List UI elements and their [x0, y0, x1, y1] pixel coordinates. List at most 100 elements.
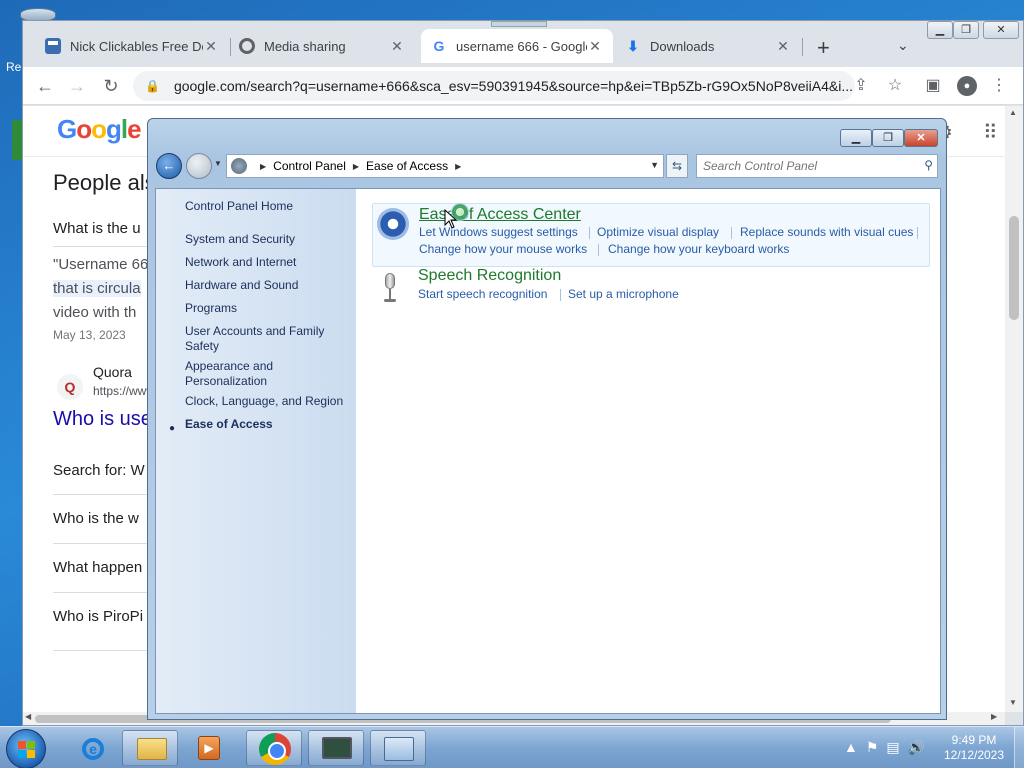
- close-window-button[interactable]: ✕: [983, 21, 1019, 39]
- close-icon[interactable]: ✕: [775, 38, 791, 55]
- breadcrumb-arrow-icon[interactable]: ▶: [260, 162, 266, 171]
- scroll-right-icon[interactable]: ▶: [991, 712, 997, 721]
- vertical-scrollbar[interactable]: ▲ ▼: [1005, 106, 1023, 712]
- ease-of-access-icon[interactable]: [377, 208, 409, 240]
- maximize-button[interactable]: ❐: [953, 21, 979, 39]
- divider: [53, 494, 149, 495]
- tab-google-search[interactable]: G username 666 - Google ✕: [421, 29, 613, 63]
- search-icon[interactable]: ⚲: [924, 158, 933, 172]
- new-tab-button[interactable]: +: [817, 35, 830, 61]
- task-link[interactable]: Start speech recognition: [418, 287, 547, 301]
- cp-maximize-button[interactable]: ❐: [872, 129, 904, 147]
- scroll-down-icon[interactable]: ▼: [1009, 698, 1017, 707]
- volume-icon[interactable]: 🔊: [908, 739, 925, 756]
- menu-kebab-icon[interactable]: ⋮: [989, 76, 1009, 96]
- show-desktop-button[interactable]: [1014, 727, 1024, 768]
- cp-address-bar[interactable]: ▶ Control Panel ▶ Ease of Access ▶ ▼: [226, 154, 664, 178]
- category-title-link[interactable]: Speech Recognition: [418, 267, 561, 285]
- sidebar-item-network[interactable]: Network and Internet: [185, 255, 345, 270]
- related-question[interactable]: Who is PiroPi: [53, 608, 143, 625]
- scroll-up-icon[interactable]: ▲: [1009, 108, 1017, 117]
- cp-minimize-button[interactable]: ▁: [840, 129, 872, 147]
- taskbar-control-panel[interactable]: [370, 730, 426, 766]
- search-for-line[interactable]: Search for: W: [53, 462, 145, 479]
- show-hidden-icons-chevron-icon[interactable]: ▲: [844, 739, 858, 756]
- taskbar-monitor-app[interactable]: [308, 730, 364, 766]
- close-icon[interactable]: ✕: [203, 38, 219, 55]
- task-link[interactable]: Let Windows suggest settings: [419, 225, 578, 239]
- scrollbar-thumb[interactable]: [1009, 216, 1019, 320]
- cp-search-box[interactable]: ⚲: [696, 154, 938, 178]
- side-panel-icon[interactable]: ▣: [923, 76, 943, 96]
- related-question[interactable]: What is the u: [53, 220, 141, 237]
- sidebar-item-programs[interactable]: Programs: [185, 301, 345, 316]
- breadcrumb-arrow-icon[interactable]: ▶: [353, 162, 359, 171]
- share-icon[interactable]: ⇪: [851, 76, 871, 96]
- scroll-left-icon[interactable]: ◀: [25, 712, 31, 721]
- source-url[interactable]: https://www: [93, 384, 155, 398]
- refresh-icon[interactable]: ⇆: [666, 154, 688, 178]
- cp-search-input[interactable]: [703, 158, 909, 174]
- reload-icon[interactable]: ↻: [99, 74, 123, 98]
- bookmark-star-icon[interactable]: ☆: [885, 76, 905, 96]
- taskbar-media-player[interactable]: ▶: [182, 730, 238, 766]
- task-link[interactable]: Set up a microphone: [568, 287, 679, 301]
- divider: [53, 592, 149, 593]
- forward-arrow-icon[interactable]: →: [65, 74, 89, 98]
- related-question[interactable]: What happen: [53, 559, 142, 576]
- clock[interactable]: 9:49 PM 12/12/2023: [936, 733, 1012, 763]
- breadcrumb-control-panel[interactable]: Control Panel: [273, 159, 346, 173]
- profile-avatar-icon[interactable]: ●: [957, 76, 977, 96]
- desktop-icon[interactable]: [12, 120, 22, 160]
- network-icon[interactable]: ▤: [886, 739, 899, 756]
- minimize-button[interactable]: ▁: [927, 21, 953, 39]
- sidebar-item-hardware[interactable]: Hardware and Sound: [185, 278, 345, 293]
- back-arrow-icon[interactable]: ←: [156, 153, 182, 179]
- link-divider: [731, 227, 732, 239]
- tab-title: username 666 - Google: [456, 38, 587, 54]
- tab-downloads[interactable]: ⬇ Downloads ✕: [615, 29, 801, 63]
- result-title-link[interactable]: Who is use: [53, 408, 152, 431]
- internet-explorer-icon: e: [82, 738, 104, 760]
- breadcrumb-arrow-icon[interactable]: ▶: [455, 162, 461, 171]
- action-center-flag-icon[interactable]: ⚑: [866, 739, 879, 756]
- tab-search-chevron-icon[interactable]: ⌄: [897, 37, 909, 54]
- task-link[interactable]: Change how your mouse works: [419, 242, 587, 256]
- breadcrumb-ease-of-access[interactable]: Ease of Access: [366, 159, 448, 173]
- sidebar-item-user-accounts[interactable]: User Accounts and Family Safety: [185, 324, 335, 354]
- apps-grid-icon[interactable]: ⠿: [983, 120, 998, 145]
- taskbar-internet-explorer[interactable]: e: [62, 730, 118, 766]
- task-link[interactable]: Optimize visual display: [597, 225, 719, 239]
- sidebar-item-home[interactable]: Control Panel Home: [185, 199, 345, 214]
- microphone-icon[interactable]: [382, 273, 398, 303]
- cp-sidebar: Control Panel Home System and Security N…: [156, 189, 356, 713]
- desktop-icon-label[interactable]: Re: [6, 60, 21, 74]
- start-button[interactable]: [6, 729, 46, 768]
- clock-time[interactable]: 9:49 PM: [936, 733, 1012, 748]
- task-link[interactable]: Change how your keyboard works: [608, 242, 789, 256]
- recent-pages-chevron-icon[interactable]: ▼: [214, 159, 222, 168]
- taskbar-explorer[interactable]: [122, 730, 178, 766]
- sidebar-item-appearance[interactable]: Appearance and Personalization: [185, 359, 315, 389]
- tab-media-sharing[interactable]: Media sharing ✕: [229, 29, 415, 63]
- clock-date[interactable]: 12/12/2023: [936, 748, 1012, 763]
- address-dropdown-icon[interactable]: ▼: [650, 160, 659, 170]
- task-link[interactable]: Replace sounds with visual cues: [740, 225, 913, 239]
- google-logo[interactable]: Google: [57, 114, 142, 145]
- source-name: Quora: [93, 364, 132, 380]
- forward-arrow-icon[interactable]: [186, 153, 212, 179]
- sidebar-item-system-security[interactable]: System and Security: [185, 232, 345, 247]
- close-icon[interactable]: ✕: [389, 38, 405, 55]
- taskbar-chrome[interactable]: [246, 730, 302, 766]
- url-text[interactable]: google.com/search?q=username+666&sca_esv…: [174, 78, 853, 94]
- close-icon[interactable]: ✕: [587, 38, 603, 55]
- divider: [53, 543, 149, 544]
- related-question[interactable]: Who is the w: [53, 510, 139, 527]
- cp-close-button[interactable]: ✕: [904, 129, 938, 147]
- back-arrow-icon[interactable]: ←: [33, 74, 57, 98]
- lock-icon[interactable]: 🔒: [145, 79, 160, 93]
- tab-divider: [802, 38, 803, 56]
- sidebar-item-clock-region[interactable]: Clock, Language, and Region: [185, 394, 355, 409]
- tab-nick-clickables[interactable]: Nick Clickables Free Do ✕: [35, 29, 229, 63]
- address-bar[interactable]: 🔒 google.com/search?q=username+666&sca_e…: [133, 71, 855, 101]
